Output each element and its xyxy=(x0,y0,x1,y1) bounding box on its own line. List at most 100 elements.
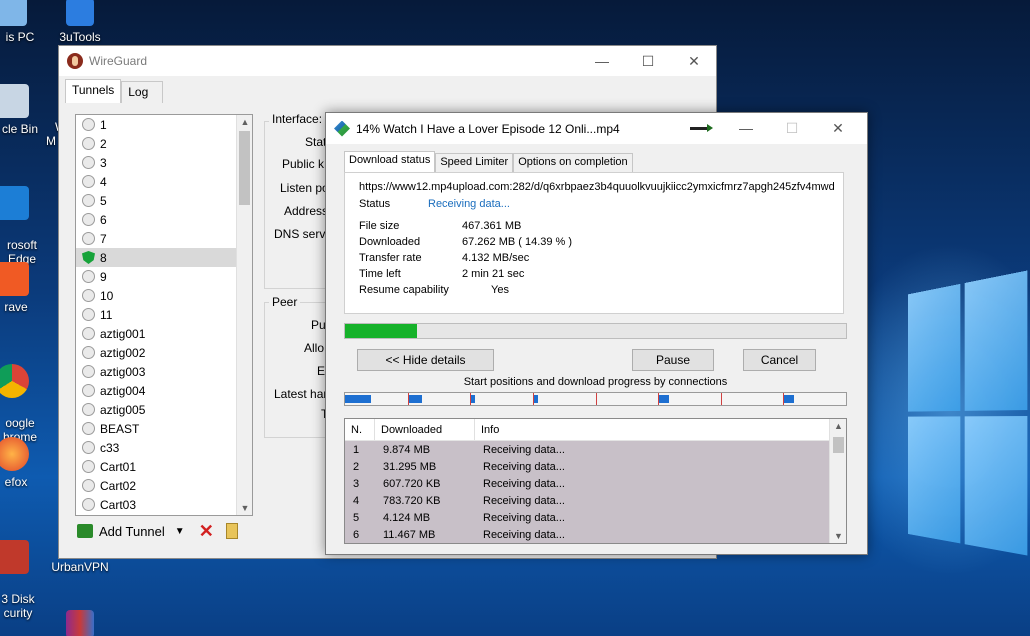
tab-download-status[interactable]: Download status xyxy=(344,151,436,172)
windows-logo xyxy=(907,270,1030,570)
tunnel-inactive-icon xyxy=(82,137,95,150)
tunnel-list-item[interactable]: aztig001 xyxy=(76,324,252,343)
table-row[interactable]: 4 783.720 KB Receiving data... xyxy=(345,492,846,509)
connection-segment xyxy=(345,393,408,405)
export-zip-icon[interactable] xyxy=(225,523,238,539)
scroll-down-icon[interactable]: ▼ xyxy=(830,531,846,541)
table-row[interactable]: 5 4.124 MB Receiving data... xyxy=(345,509,846,526)
cancel-button[interactable]: Cancel xyxy=(743,349,816,371)
tunnel-list-item[interactable]: 4 xyxy=(76,172,252,191)
column-header-n[interactable]: N. xyxy=(345,419,375,440)
column-header-downloaded[interactable]: Downloaded xyxy=(375,419,475,440)
table-row[interactable]: 3 607.720 KB Receiving data... xyxy=(345,475,846,492)
add-tunnel-button[interactable]: Add Tunnel ▼ xyxy=(77,524,185,539)
tunnel-list-item[interactable]: c33 xyxy=(76,438,252,457)
connections-table: N. Downloaded Info 1 9.874 MB Receiving da… xyxy=(344,418,847,544)
tunnel-list-item[interactable]: BEAST xyxy=(76,419,252,438)
maximize-button[interactable]: ☐ xyxy=(769,113,815,143)
time-left-label: Time left xyxy=(359,268,401,280)
tab-options-on-completion[interactable]: Options on completion xyxy=(513,153,633,172)
tunnel-list-item[interactable]: 6 xyxy=(76,210,252,229)
tunnel-list-item[interactable]: 8 xyxy=(76,248,252,267)
tunnel-inactive-icon xyxy=(82,384,95,397)
desktop-icon-firefox[interactable]: efox xyxy=(0,437,50,489)
tunnel-list[interactable]: 1 2 3 4 5 6 7 8 9 10 11 aztig001 aztig002 aztig003 azt… xyxy=(75,114,253,516)
wireguard-titlebar[interactable]: WireGuard — ☐ ✕ xyxy=(59,46,716,76)
close-button[interactable]: ✕ xyxy=(671,46,717,76)
tunnel-list-scrollbar[interactable]: ▲ ▼ xyxy=(236,115,252,515)
tunnel-inactive-icon xyxy=(82,289,95,302)
tunnel-inactive-icon xyxy=(82,479,95,492)
tunnel-list-item[interactable]: aztig004 xyxy=(76,381,252,400)
desktop-icon-chrome[interactable]: oogle hrome xyxy=(0,350,50,444)
cell-info: Receiving data... xyxy=(483,477,565,490)
tunnel-list-item[interactable]: 7 xyxy=(76,229,252,248)
chrome-icon xyxy=(0,364,29,398)
brave-icon xyxy=(0,262,29,296)
tunnel-toolbar: Add Tunnel ▼ ✕ xyxy=(77,520,238,542)
close-button[interactable]: ✕ xyxy=(815,113,861,143)
download-titlebar[interactable]: 14% Watch I Have a Lover Episode 12 Onli… xyxy=(326,113,867,144)
column-header-info[interactable]: Info xyxy=(475,419,831,440)
tunnel-name: Cart02 xyxy=(100,478,137,493)
scroll-up-icon[interactable]: ▲ xyxy=(237,117,252,127)
table-row[interactable]: 1 9.874 MB Receiving data... xyxy=(345,441,846,458)
tunnel-inactive-icon xyxy=(82,308,95,321)
tunnel-list-item[interactable]: aztig002 xyxy=(76,343,252,362)
scroll-thumb[interactable] xyxy=(239,131,250,205)
tab-tunnels[interactable]: Tunnels xyxy=(65,79,122,103)
tunnel-list-item[interactable]: aztig005 xyxy=(76,400,252,419)
connection-progress xyxy=(659,395,669,403)
chevron-down-icon[interactable]: ▼ xyxy=(175,526,185,537)
minimize-button[interactable]: — xyxy=(579,46,625,76)
table-row[interactable]: 6 11.467 MB Receiving data... xyxy=(345,526,846,543)
desktop-icon-3utools[interactable]: 3uTools xyxy=(42,0,118,44)
desktop-icon-winrar[interactable] xyxy=(42,610,118,636)
tunnel-name: aztig002 xyxy=(100,345,146,360)
time-left-value: 2 min 21 sec xyxy=(462,268,525,280)
minimize-button[interactable]: — xyxy=(723,113,769,143)
scroll-up-icon[interactable]: ▲ xyxy=(830,421,846,431)
tunnel-list-item[interactable]: 11 xyxy=(76,305,252,324)
cell-n: 6 xyxy=(353,528,360,541)
connections-scrollbar[interactable]: ▲ ▼ xyxy=(829,419,846,543)
tunnel-list-item[interactable]: 1 xyxy=(76,115,252,134)
tunnel-list-item[interactable]: Cart02 xyxy=(76,476,252,495)
idm-logo-icon xyxy=(334,120,350,137)
tunnel-list-item[interactable]: Cart03 xyxy=(76,495,252,514)
hide-details-button[interactable]: << Hide details xyxy=(357,349,494,371)
tunnel-list-item[interactable]: 2 xyxy=(76,134,252,153)
delete-tunnel-icon[interactable]: ✕ xyxy=(199,521,214,542)
cell-downloaded: 607.720 KB xyxy=(383,477,441,490)
desktop-icon-brave[interactable]: rave xyxy=(0,262,50,314)
3utools-icon xyxy=(66,0,94,26)
edge-icon xyxy=(0,186,29,220)
tunnel-list-item[interactable]: Cart01 xyxy=(76,457,252,476)
tunnel-name: 8 xyxy=(100,250,107,265)
desktop-icon-recycle-bin[interactable]: cle Bin xyxy=(0,84,50,136)
cell-info: Receiving data... xyxy=(483,494,565,507)
tunnel-list-item[interactable]: 9 xyxy=(76,267,252,286)
tab-log[interactable]: Log xyxy=(121,81,164,103)
tunnel-list-item[interactable]: aztig003 xyxy=(76,362,252,381)
desktop-icon-this-pc[interactable]: is PC xyxy=(0,0,48,44)
connection-segment xyxy=(470,393,533,405)
maximize-button[interactable]: ☐ xyxy=(625,46,671,76)
tunnel-name: aztig003 xyxy=(100,364,146,379)
cell-n: 1 xyxy=(353,443,360,456)
tunnel-list-item[interactable]: 3 xyxy=(76,153,252,172)
tunnel-list-item[interactable]: 10 xyxy=(76,286,252,305)
connections-caption: Start positions and download progress by… xyxy=(463,376,728,388)
tab-speed-limiter[interactable]: Speed Limiter xyxy=(435,153,514,172)
interface-label: DNS serve xyxy=(274,227,333,241)
scroll-thumb[interactable] xyxy=(833,437,844,453)
file-size-value: 467.361 MB xyxy=(462,220,522,232)
download-progress-window: 14% Watch I Have a Lover Episode 12 Onli… xyxy=(325,112,868,555)
table-row[interactable]: 2 31.295 MB Receiving data... xyxy=(345,458,846,475)
interface-label: Public k xyxy=(282,157,325,171)
desktop-icon-edge[interactable]: rosoft Edge xyxy=(0,172,50,266)
tunnel-inactive-icon xyxy=(82,403,95,416)
pause-button[interactable]: Pause xyxy=(632,349,714,371)
tunnel-list-item[interactable]: 5 xyxy=(76,191,252,210)
scroll-down-icon[interactable]: ▼ xyxy=(237,503,252,513)
